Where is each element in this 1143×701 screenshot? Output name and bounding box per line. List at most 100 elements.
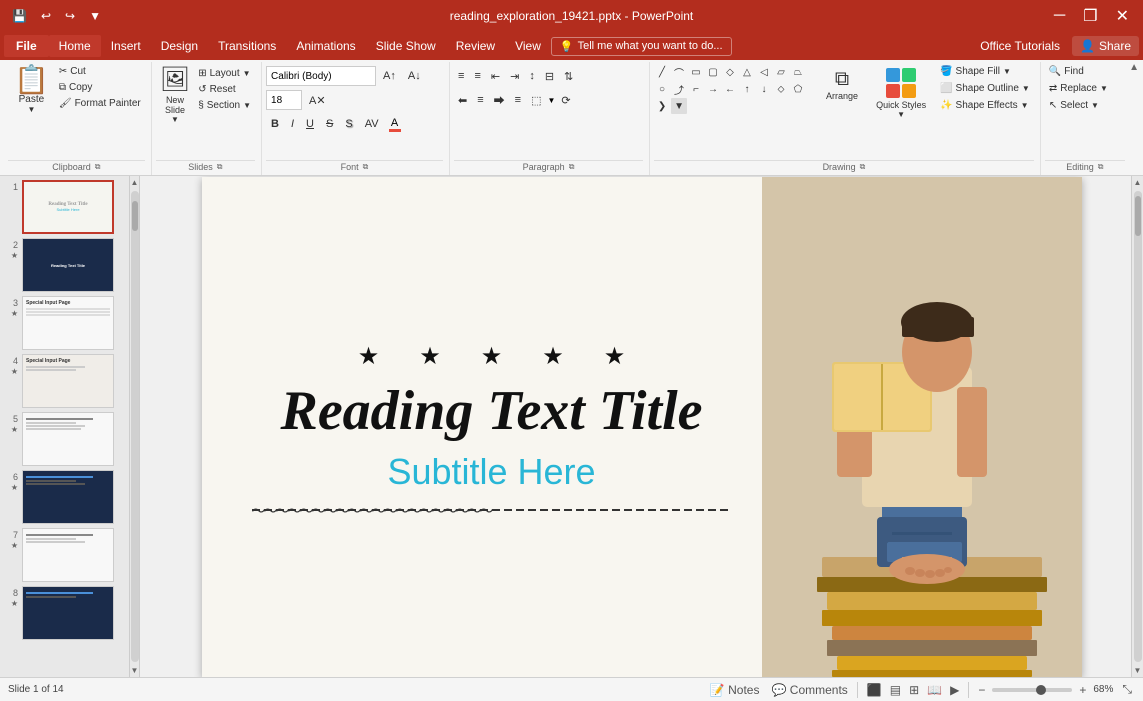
- slide-thumb-5[interactable]: 5★: [6, 412, 123, 466]
- underline-button[interactable]: U: [301, 114, 319, 134]
- new-slide-button[interactable]: 🖼 New Slide ▼: [156, 64, 194, 126]
- save-button[interactable]: 💾: [8, 7, 31, 25]
- redo-button[interactable]: ↪: [61, 7, 79, 25]
- transitions-tab[interactable]: Transitions: [208, 35, 286, 57]
- font-name-input[interactable]: [266, 66, 376, 86]
- reset-button[interactable]: ↺ Reset: [194, 82, 255, 97]
- triangle-shape[interactable]: △: [739, 64, 755, 80]
- slide-thumb-6[interactable]: 6★: [6, 470, 123, 524]
- arrow-shape[interactable]: ⤴: [671, 81, 687, 97]
- format-painter-button[interactable]: 🖌 Format Painter: [55, 96, 145, 111]
- rtriangle-shape[interactable]: ◁: [756, 64, 772, 80]
- arrow-r[interactable]: →: [705, 81, 721, 97]
- bold-button[interactable]: B: [266, 114, 284, 134]
- slide-img-6[interactable]: [22, 470, 114, 524]
- zoom-slider-thumb[interactable]: [1036, 685, 1046, 695]
- restore-button[interactable]: ❐: [1077, 4, 1103, 28]
- slide-left-content[interactable]: ★ ★ ★ ★ ★ Reading Text Title Subtitle He…: [202, 177, 782, 677]
- align-left-button[interactable]: ⬅: [454, 90, 471, 110]
- pentagon-shape[interactable]: ⬠: [790, 81, 806, 97]
- copy-button[interactable]: ⧉ Copy: [55, 80, 145, 95]
- arrange-button[interactable]: ⧉ Arrange: [818, 64, 866, 105]
- office-tutorials-link[interactable]: Office Tutorials: [972, 36, 1068, 56]
- bullets-button[interactable]: ≡: [454, 66, 468, 86]
- review-tab[interactable]: Review: [446, 35, 505, 57]
- customize-qat-button[interactable]: ▼: [85, 7, 105, 25]
- align-text-button[interactable]: ⬚: [527, 90, 545, 110]
- slide-title[interactable]: Reading Text Title: [280, 381, 702, 443]
- slide-canvas[interactable]: ★ ★ ★ ★ ★ Reading Text Title Subtitle He…: [202, 177, 1082, 677]
- editing-expand-icon[interactable]: ⧉: [1098, 162, 1104, 172]
- clipboard-label[interactable]: Clipboard ⧉: [8, 160, 145, 173]
- numbered-button[interactable]: ≡: [470, 66, 484, 86]
- font-expand-icon[interactable]: ⧉: [363, 162, 369, 172]
- round-rect-shape[interactable]: ▢: [705, 64, 721, 80]
- slide-thumb-7[interactable]: 7★: [6, 528, 123, 582]
- arrow-l[interactable]: ←: [722, 81, 738, 97]
- more-shapes[interactable]: ▼: [671, 98, 687, 114]
- rect-shape[interactable]: ▭: [688, 64, 704, 80]
- slide-img-5[interactable]: [22, 412, 114, 466]
- increase-font-button[interactable]: A↑: [378, 66, 401, 86]
- new-slide-dropdown-icon[interactable]: ▼: [171, 115, 179, 124]
- shadow-button[interactable]: S: [340, 114, 357, 134]
- replace-button[interactable]: ⇄ Replace ▼: [1045, 81, 1112, 96]
- scroll-track[interactable]: [131, 191, 139, 662]
- paragraph-expand-icon[interactable]: ⧉: [569, 162, 575, 172]
- slide-img-4[interactable]: Special Input Page: [22, 354, 114, 408]
- slide-img-7[interactable]: [22, 528, 114, 582]
- elbow-shape[interactable]: ⌐: [688, 81, 704, 97]
- canvas-scroll-down[interactable]: ▼: [1132, 664, 1143, 677]
- home-tab[interactable]: Home: [49, 35, 101, 57]
- select-button[interactable]: ↖ Select ▼: [1045, 98, 1112, 113]
- scroll-up-arrow[interactable]: ▲: [129, 176, 141, 189]
- char-spacing-button[interactable]: AV: [360, 114, 384, 134]
- tell-me-input[interactable]: 💡 Tell me what you want to do...: [551, 37, 732, 56]
- align-center-button[interactable]: ≡: [473, 90, 487, 110]
- fit-slide-button[interactable]: ⤡: [1119, 681, 1135, 698]
- ribbon-collapse-button[interactable]: ▲: [1129, 62, 1139, 73]
- undo-button[interactable]: ↩: [37, 7, 55, 25]
- slide-img-8[interactable]: [22, 586, 114, 640]
- slide-panel[interactable]: 1 Reading Text Title Subtitle Here 2★ Re…: [0, 176, 130, 677]
- close-button[interactable]: ✕: [1110, 4, 1135, 28]
- canvas-scroll-track[interactable]: [1134, 191, 1142, 662]
- columns-button[interactable]: ⊟: [541, 66, 558, 86]
- paste-dropdown-icon[interactable]: ▼: [27, 105, 35, 114]
- shape-effects-button[interactable]: ✨ Shape Effects ▼: [936, 98, 1034, 113]
- increase-indent-button[interactable]: ⇥: [506, 66, 523, 86]
- justify-button[interactable]: ≡: [511, 90, 525, 110]
- slide-show-button[interactable]: ▶: [947, 682, 962, 698]
- text-direction-button[interactable]: ⇅: [560, 66, 577, 86]
- slide-thumb-4[interactable]: 4★ Special Input Page: [6, 354, 123, 408]
- scroll-down-arrow[interactable]: ▼: [129, 664, 141, 677]
- clipboard-expand-icon[interactable]: ⧉: [95, 162, 101, 172]
- notes-button[interactable]: 📝 Notes: [707, 682, 763, 698]
- arrow-d[interactable]: ↓: [756, 81, 772, 97]
- paragraph-label[interactable]: Paragraph ⧉: [454, 160, 643, 173]
- font-label[interactable]: Font ⧉: [266, 160, 443, 173]
- minimize-button[interactable]: ─: [1048, 5, 1071, 27]
- clear-format-button[interactable]: A✕: [304, 90, 331, 110]
- insert-tab[interactable]: Insert: [101, 35, 151, 57]
- para-shape[interactable]: ▱: [773, 64, 789, 80]
- arrow-u[interactable]: ↑: [739, 81, 755, 97]
- slide-img-3[interactable]: Special Input Page: [22, 296, 114, 350]
- slide-show-tab[interactable]: Slide Show: [366, 35, 446, 57]
- scroll-thumb[interactable]: [132, 201, 138, 231]
- section-button[interactable]: § Section ▼: [194, 98, 255, 113]
- italic-button[interactable]: I: [286, 114, 299, 134]
- quick-styles-button[interactable]: Quick Styles ▼: [870, 64, 932, 123]
- convert-smartart-button[interactable]: ⟳: [557, 90, 574, 110]
- design-tab[interactable]: Design: [151, 35, 208, 57]
- strikethrough-button[interactable]: S: [321, 114, 338, 134]
- slide-thumb-1[interactable]: 1 Reading Text Title Subtitle Here: [6, 180, 123, 234]
- decrease-indent-button[interactable]: ⇤: [487, 66, 504, 86]
- view-tab[interactable]: View: [505, 35, 551, 57]
- diamond-shape[interactable]: ◇: [722, 64, 738, 80]
- ellipse-shape[interactable]: ○: [654, 81, 670, 97]
- slide-subtitle[interactable]: Subtitle Here: [387, 451, 595, 493]
- zoom-slider[interactable]: [992, 688, 1072, 692]
- shape-fill-button[interactable]: 🪣 Shape Fill ▼: [936, 64, 1034, 79]
- font-color-picker[interactable]: A: [386, 116, 404, 133]
